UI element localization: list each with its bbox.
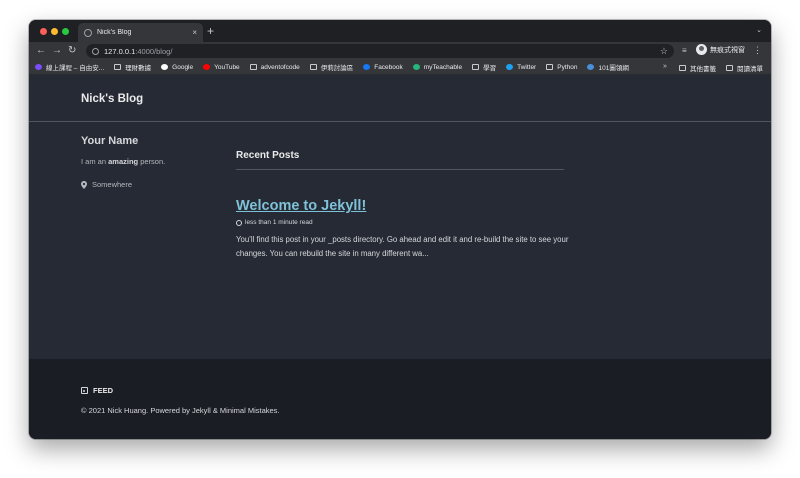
masthead: Nick's Blog bbox=[29, 76, 771, 122]
browser-menu-icon[interactable]: ⋮ bbox=[753, 45, 762, 56]
bookmark-label: 伊莉討論區 bbox=[320, 65, 354, 72]
new-tab-button[interactable]: + bbox=[207, 24, 214, 38]
page-footer: FEED © 2021 Nick Huang. Powered by Jekyl… bbox=[29, 359, 771, 439]
folder-icon bbox=[249, 64, 257, 70]
bookmarks-bar: 線上課程 – 自由安... 理財數據 Google YouTube adventofco… bbox=[29, 60, 771, 75]
folder-icon bbox=[309, 64, 317, 70]
tab-search-icon[interactable]: ⌄ bbox=[756, 26, 762, 34]
incognito-profile-button[interactable]: 無痕式視窗 bbox=[696, 44, 745, 55]
google-icon bbox=[161, 64, 169, 70]
author-location: Somewhere bbox=[81, 180, 132, 189]
location-label: Somewhere bbox=[92, 180, 133, 189]
forward-button[interactable]: → bbox=[52, 44, 62, 58]
site-title-link[interactable]: Nick's Blog bbox=[81, 93, 143, 105]
profile-label: 無痕式視窗 bbox=[710, 46, 745, 54]
teachable-icon bbox=[412, 64, 420, 70]
bookmark-label: 其他書籤 bbox=[690, 65, 716, 73]
globe-icon bbox=[84, 28, 92, 37]
bookmark-reading-list[interactable]: 閱讀清單 bbox=[726, 63, 763, 73]
copyright-text: © 2021 Nick Huang. Powered by Jekyll & M… bbox=[81, 406, 280, 415]
bookmark-item[interactable]: 伊莉討論區 bbox=[309, 62, 354, 72]
feed-link[interactable]: FEED bbox=[81, 386, 113, 395]
bookmark-item[interactable]: 學習 bbox=[472, 62, 496, 72]
feed-label: FEED bbox=[93, 386, 114, 395]
folder-icon bbox=[114, 64, 122, 70]
folder-icon bbox=[472, 64, 480, 70]
bookmark-item[interactable]: Facebook bbox=[363, 64, 403, 71]
reload-button[interactable]: ↻ bbox=[68, 44, 76, 58]
bookmark-label: 學習 bbox=[483, 65, 497, 72]
bookmark-label: adventofcode bbox=[260, 63, 300, 71]
url-path: :4000/blog/ bbox=[135, 46, 173, 56]
address-bar[interactable]: 127.0.0.1 :4000/blog/ ☆ bbox=[86, 44, 674, 58]
tab-strip: Nick's Blog × + ⌄ bbox=[29, 20, 771, 42]
bio-text: person. bbox=[138, 157, 166, 166]
rss-icon bbox=[81, 387, 88, 394]
bookmark-label: 理財數據 bbox=[125, 65, 152, 72]
bookmark-label: YouTube bbox=[214, 63, 240, 71]
maximize-window-button[interactable] bbox=[62, 28, 69, 35]
post-meta: less than 1 minute read bbox=[236, 219, 313, 226]
author-bio: I am an amazing person. bbox=[81, 157, 165, 166]
clock-icon bbox=[236, 219, 242, 226]
post-excerpt: You’ll find this post in your _posts dir… bbox=[236, 235, 569, 258]
bookmark-label: 閱讀清單 bbox=[737, 65, 763, 73]
bookmark-label: 線上課程 – 自由安... bbox=[46, 65, 105, 72]
bookmark-label: Facebook bbox=[374, 63, 403, 71]
close-tab-icon[interactable]: × bbox=[192, 28, 197, 37]
bookmark-item[interactable]: myTeachable bbox=[412, 63, 463, 71]
bookmark-label: myTeachable bbox=[423, 63, 463, 71]
course-icon bbox=[35, 64, 42, 70]
bookmark-item[interactable]: 理財數據 bbox=[114, 62, 151, 72]
bookmark-item[interactable]: 101圖領網 bbox=[587, 62, 629, 72]
bio-strong: amazing bbox=[108, 157, 139, 166]
bookmark-item[interactable]: Python bbox=[546, 64, 577, 71]
back-button[interactable]: ← bbox=[36, 44, 46, 58]
author-name: Your Name bbox=[81, 135, 139, 147]
folder-icon bbox=[546, 64, 554, 70]
url-host: 127.0.0.1 bbox=[104, 46, 136, 56]
bookmark-item[interactable]: Google bbox=[161, 64, 193, 71]
youtube-icon bbox=[203, 64, 211, 70]
page-content: Nick's Blog Your Name I am an amazing pe… bbox=[29, 76, 771, 439]
bio-text: I am an bbox=[81, 157, 109, 166]
more-bookmarks-icon[interactable]: » bbox=[663, 63, 667, 70]
divider bbox=[236, 169, 564, 170]
folder-icon bbox=[679, 64, 686, 71]
bookmark-item[interactable]: 線上課程 – 自由安... bbox=[35, 62, 104, 72]
post-title-link[interactable]: Welcome to Jekyll! bbox=[236, 198, 366, 214]
map-pin-icon bbox=[81, 180, 87, 189]
bookmark-item[interactable]: YouTube bbox=[203, 64, 240, 71]
tab-title: Nick's Blog bbox=[97, 29, 132, 36]
twitter-icon bbox=[506, 64, 514, 70]
bookmark-label: Python bbox=[557, 63, 578, 71]
bookmark-item[interactable]: Twitter bbox=[506, 64, 536, 71]
bookmark-star-icon[interactable]: ☆ bbox=[660, 46, 668, 57]
site-info-icon[interactable] bbox=[92, 47, 99, 55]
bookmark-other[interactable]: 其他書籤 bbox=[679, 63, 716, 73]
recent-posts-heading: Recent Posts bbox=[236, 150, 300, 161]
close-window-button[interactable] bbox=[40, 28, 47, 35]
incognito-icon bbox=[696, 44, 707, 55]
browser-window: Nick's Blog × + ⌄ ← → ↻ 127.0.0.1 :4000/… bbox=[29, 20, 771, 439]
bookmark-label: Twitter bbox=[517, 63, 537, 71]
bookmark-label: 101圖領網 bbox=[598, 65, 629, 72]
minimize-window-button[interactable] bbox=[51, 28, 58, 35]
reading-list-icon bbox=[726, 64, 733, 71]
site-icon bbox=[587, 64, 595, 70]
reading-list-icon[interactable]: ≡ bbox=[682, 46, 687, 55]
bookmark-label: Google bbox=[172, 63, 194, 71]
read-time: less than 1 minute read bbox=[245, 219, 313, 226]
facebook-icon bbox=[363, 64, 371, 70]
browser-toolbar: ← → ↻ 127.0.0.1 :4000/blog/ ☆ ≡ 無痕式視窗 ⋮ bbox=[29, 42, 771, 60]
tab-active[interactable]: Nick's Blog × bbox=[78, 23, 203, 42]
bookmark-item[interactable]: adventofcode bbox=[249, 63, 300, 71]
